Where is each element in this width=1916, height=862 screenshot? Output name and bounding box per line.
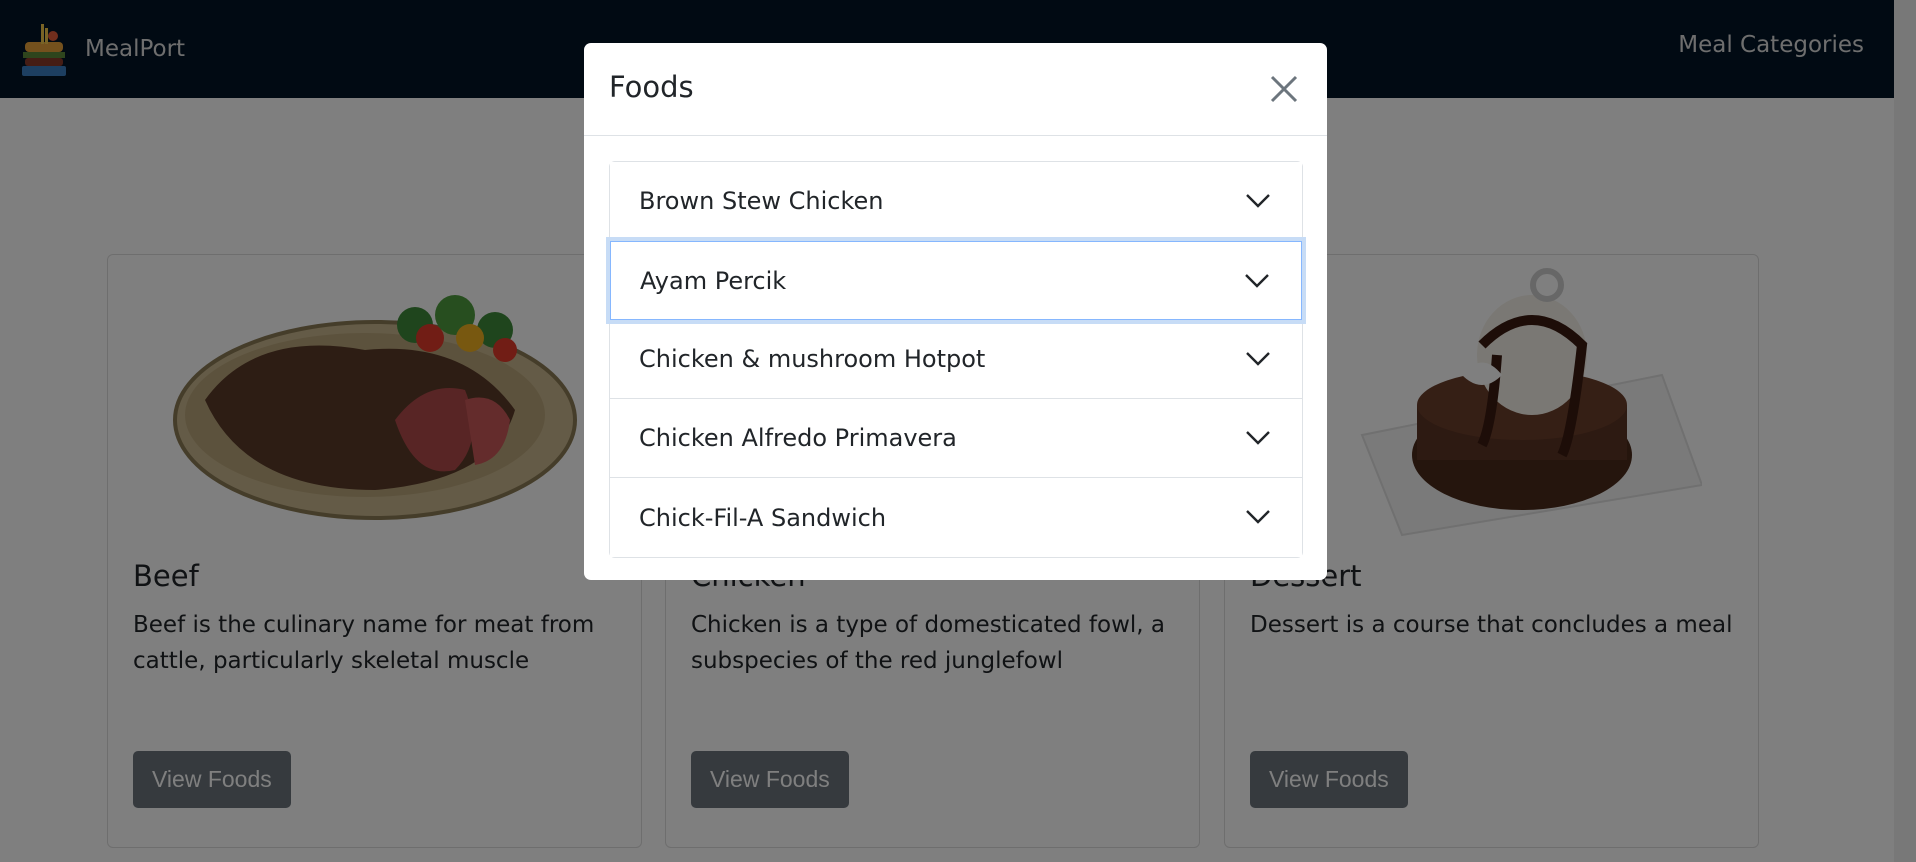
accordion-item[interactable]: Chick-Fil-A Sandwich	[610, 478, 1302, 557]
accordion-item-label: Brown Stew Chicken	[639, 187, 884, 215]
modal-header: Foods	[584, 43, 1327, 136]
chevron-down-icon	[1246, 352, 1270, 366]
accordion-item-label: Chicken Alfredo Primavera	[639, 424, 957, 452]
close-icon[interactable]	[1266, 71, 1302, 107]
accordion-item-label: Ayam Percik	[640, 266, 787, 295]
accordion-item-label: Chicken & mushroom Hotpot	[639, 345, 986, 373]
foods-accordion: Brown Stew Chicken Ayam Percik Chicken &…	[609, 161, 1303, 558]
accordion-item[interactable]: Brown Stew Chicken	[610, 162, 1302, 241]
chevron-down-icon	[1246, 194, 1270, 208]
accordion-item-label: Chick-Fil-A Sandwich	[639, 503, 887, 532]
accordion-item[interactable]: Chicken & mushroom Hotpot	[610, 320, 1302, 399]
accordion-item[interactable]: Ayam Percik	[610, 241, 1302, 320]
foods-modal: Foods Brown Stew Chicken Ayam Percik Chi…	[584, 43, 1327, 580]
chevron-down-icon	[1246, 510, 1270, 524]
modal-title: Foods	[609, 70, 694, 104]
chevron-down-icon	[1245, 274, 1269, 288]
accordion-item[interactable]: Chicken Alfredo Primavera	[610, 399, 1302, 478]
chevron-down-icon	[1246, 431, 1270, 445]
